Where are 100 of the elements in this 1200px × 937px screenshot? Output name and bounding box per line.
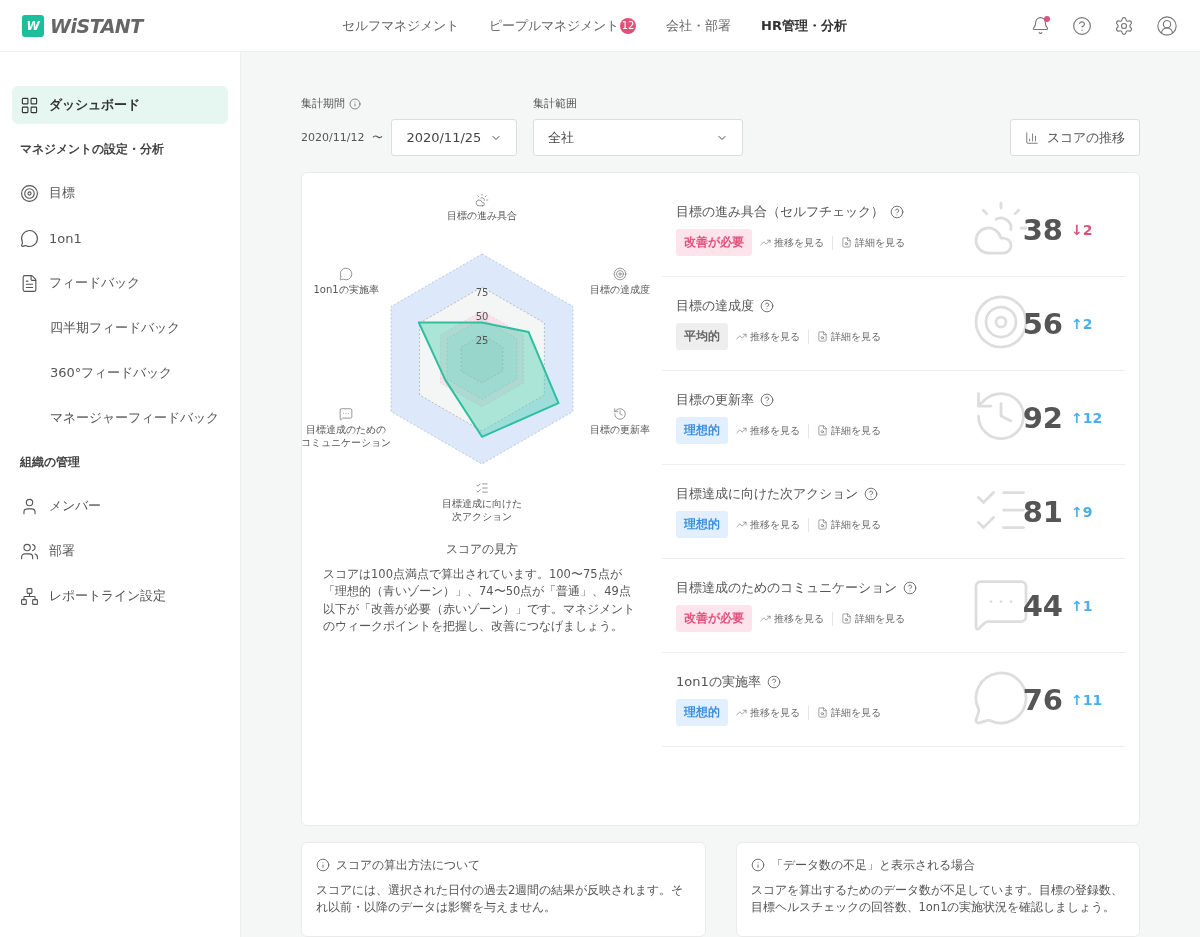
detail-link[interactable]: 詳細を見る: [841, 235, 905, 250]
trend-icon: [760, 613, 771, 624]
score-value: 76: [1022, 682, 1063, 717]
score-value: 44: [1022, 588, 1063, 623]
detail-link[interactable]: 詳細を見る: [817, 517, 881, 532]
metric-title: 目標の達成度: [676, 297, 754, 315]
sidebar-subitem[interactable]: 四半期フィードバック: [12, 309, 228, 347]
status-tag: 理想的: [676, 417, 728, 444]
comment-icon: [340, 408, 352, 420]
sidebar-subitem[interactable]: マネージャーフィードバック: [12, 399, 228, 437]
sidebar-item[interactable]: フィードバック: [12, 264, 228, 302]
start-date: 2020/11/12: [301, 131, 365, 144]
people-icon: [20, 541, 39, 561]
score-value: 81: [1022, 494, 1063, 529]
file-search-icon: [841, 237, 852, 248]
detail-link[interactable]: 詳細を見る: [817, 423, 881, 438]
sidebar-item[interactable]: 目標: [12, 174, 228, 212]
axis-label: 目標の更新率: [590, 424, 650, 435]
sidebar-item[interactable]: 1on1: [12, 219, 228, 257]
history-icon: [614, 408, 626, 420]
metric-title: 目標の進み具合（セルフチェック）: [676, 203, 884, 221]
sidebar-item[interactable]: レポートライン設定: [12, 577, 228, 615]
nav-tab[interactable]: セルフマネジメント: [342, 16, 459, 35]
document-icon: [20, 273, 39, 293]
end-date-select[interactable]: 2020/11/25: [391, 119, 518, 156]
sidebar-item[interactable]: 部署: [12, 532, 228, 570]
score-value: 92: [1022, 400, 1063, 435]
trend-link[interactable]: 推移を見る: [736, 517, 800, 532]
score-change: ↑1: [1071, 597, 1094, 614]
file-search-icon: [817, 707, 828, 718]
trend-link[interactable]: 推移を見る: [760, 611, 824, 626]
nav-tab[interactable]: 会社・部署: [666, 16, 731, 35]
help-icon[interactable]: [890, 205, 904, 219]
trend-icon: [736, 519, 747, 530]
trend-icon: [760, 237, 771, 248]
info-icon: [750, 858, 765, 872]
score-change: ↓2: [1071, 221, 1094, 238]
checklist-icon: [476, 483, 488, 493]
axis-label: 1on1の実施率: [313, 284, 379, 295]
metric-title: 目標の更新率: [676, 391, 754, 409]
scope-select[interactable]: 全社: [533, 119, 744, 156]
chat-bubble-icon: [20, 228, 39, 248]
tick-label: 50: [475, 311, 489, 322]
sun-cloud-icon: [476, 194, 488, 206]
axis-label: 目標の進み具合: [447, 210, 517, 221]
nav-tab[interactable]: ピープルマネジメント 12: [489, 16, 636, 35]
axis-label: 目標達成に向けた 次アクション: [442, 498, 522, 522]
nav-tab[interactable]: HR管理・分析: [761, 16, 847, 35]
tick-label: 25: [475, 335, 489, 346]
help-icon[interactable]: [760, 299, 774, 313]
range-separator: 〜: [372, 130, 384, 145]
trend-link[interactable]: 推移を見る: [736, 329, 800, 344]
status-tag: 理想的: [676, 699, 728, 726]
detail-link[interactable]: 詳細を見る: [817, 329, 881, 344]
trend-link[interactable]: 推移を見る: [760, 235, 824, 250]
status-tag: 改善が必要: [676, 229, 752, 256]
help-icon[interactable]: [766, 675, 781, 689]
axis-label: 目標達成のための コミュニケーション: [302, 424, 391, 448]
trend-icon: [736, 331, 747, 342]
help-icon[interactable]: [760, 393, 774, 407]
legend-title: スコアの見方: [446, 541, 518, 558]
org-chart-icon: [20, 586, 39, 606]
status-tag: 理想的: [676, 511, 728, 538]
file-search-icon: [817, 519, 828, 530]
help-button[interactable]: [1072, 15, 1092, 36]
info-text: スコアを算出するためのデータ数が不足しています。目標の登録数、目標ヘルスチェックの回答数、1on1の実施状況を確認しましょう。: [750, 881, 1124, 916]
detail-link[interactable]: 詳細を見る: [817, 705, 881, 720]
help-icon[interactable]: [864, 487, 878, 501]
sidebar-item[interactable]: ダッシュボード: [12, 86, 228, 124]
file-search-icon: [841, 613, 852, 624]
score-value: 56: [1022, 306, 1063, 341]
period-label: 集計期間: [301, 96, 345, 111]
help-icon[interactable]: [903, 581, 917, 595]
sidebar-item[interactable]: メンバー: [12, 487, 228, 525]
metric-title: 1on1の実施率: [676, 673, 761, 691]
person-icon: [20, 496, 39, 516]
info-text: スコアには、選択された日付の過去2週間の結果が反映されます。それ以前・以降のデータは影響を与えません。: [316, 881, 685, 916]
score-value: 38: [1022, 212, 1063, 247]
score-change: ↑12: [1071, 409, 1104, 426]
trend-link[interactable]: 推移を見る: [736, 705, 800, 720]
status-tag: 改善が必要: [676, 605, 752, 632]
trend-button[interactable]: スコアの推移: [1010, 119, 1140, 156]
trend-link[interactable]: 推移を見る: [736, 423, 800, 438]
info-icon: [349, 97, 361, 110]
status-tag: 平均的: [676, 323, 728, 350]
metric-title: 目標達成に向けた次アクション: [676, 485, 858, 503]
tick-label: 75: [475, 287, 489, 298]
sidebar-subitem[interactable]: 360°フィードバック: [12, 354, 228, 392]
settings-button[interactable]: [1114, 15, 1134, 36]
notification-button[interactable]: [1031, 16, 1050, 35]
score-change: ↑9: [1071, 503, 1094, 520]
info-title: 「データ数の不足」と表示される場合: [770, 856, 975, 874]
count-badge: 12: [620, 17, 636, 34]
chat-bubble-icon: [340, 268, 352, 280]
file-search-icon: [817, 425, 828, 436]
detail-link[interactable]: 詳細を見る: [841, 611, 905, 626]
avatar-button[interactable]: [1156, 14, 1178, 37]
metric-title: 目標達成のためのコミュニケーション: [676, 579, 897, 597]
scope-label: 集計範囲: [533, 96, 579, 111]
logo-mark: W: [22, 14, 44, 37]
